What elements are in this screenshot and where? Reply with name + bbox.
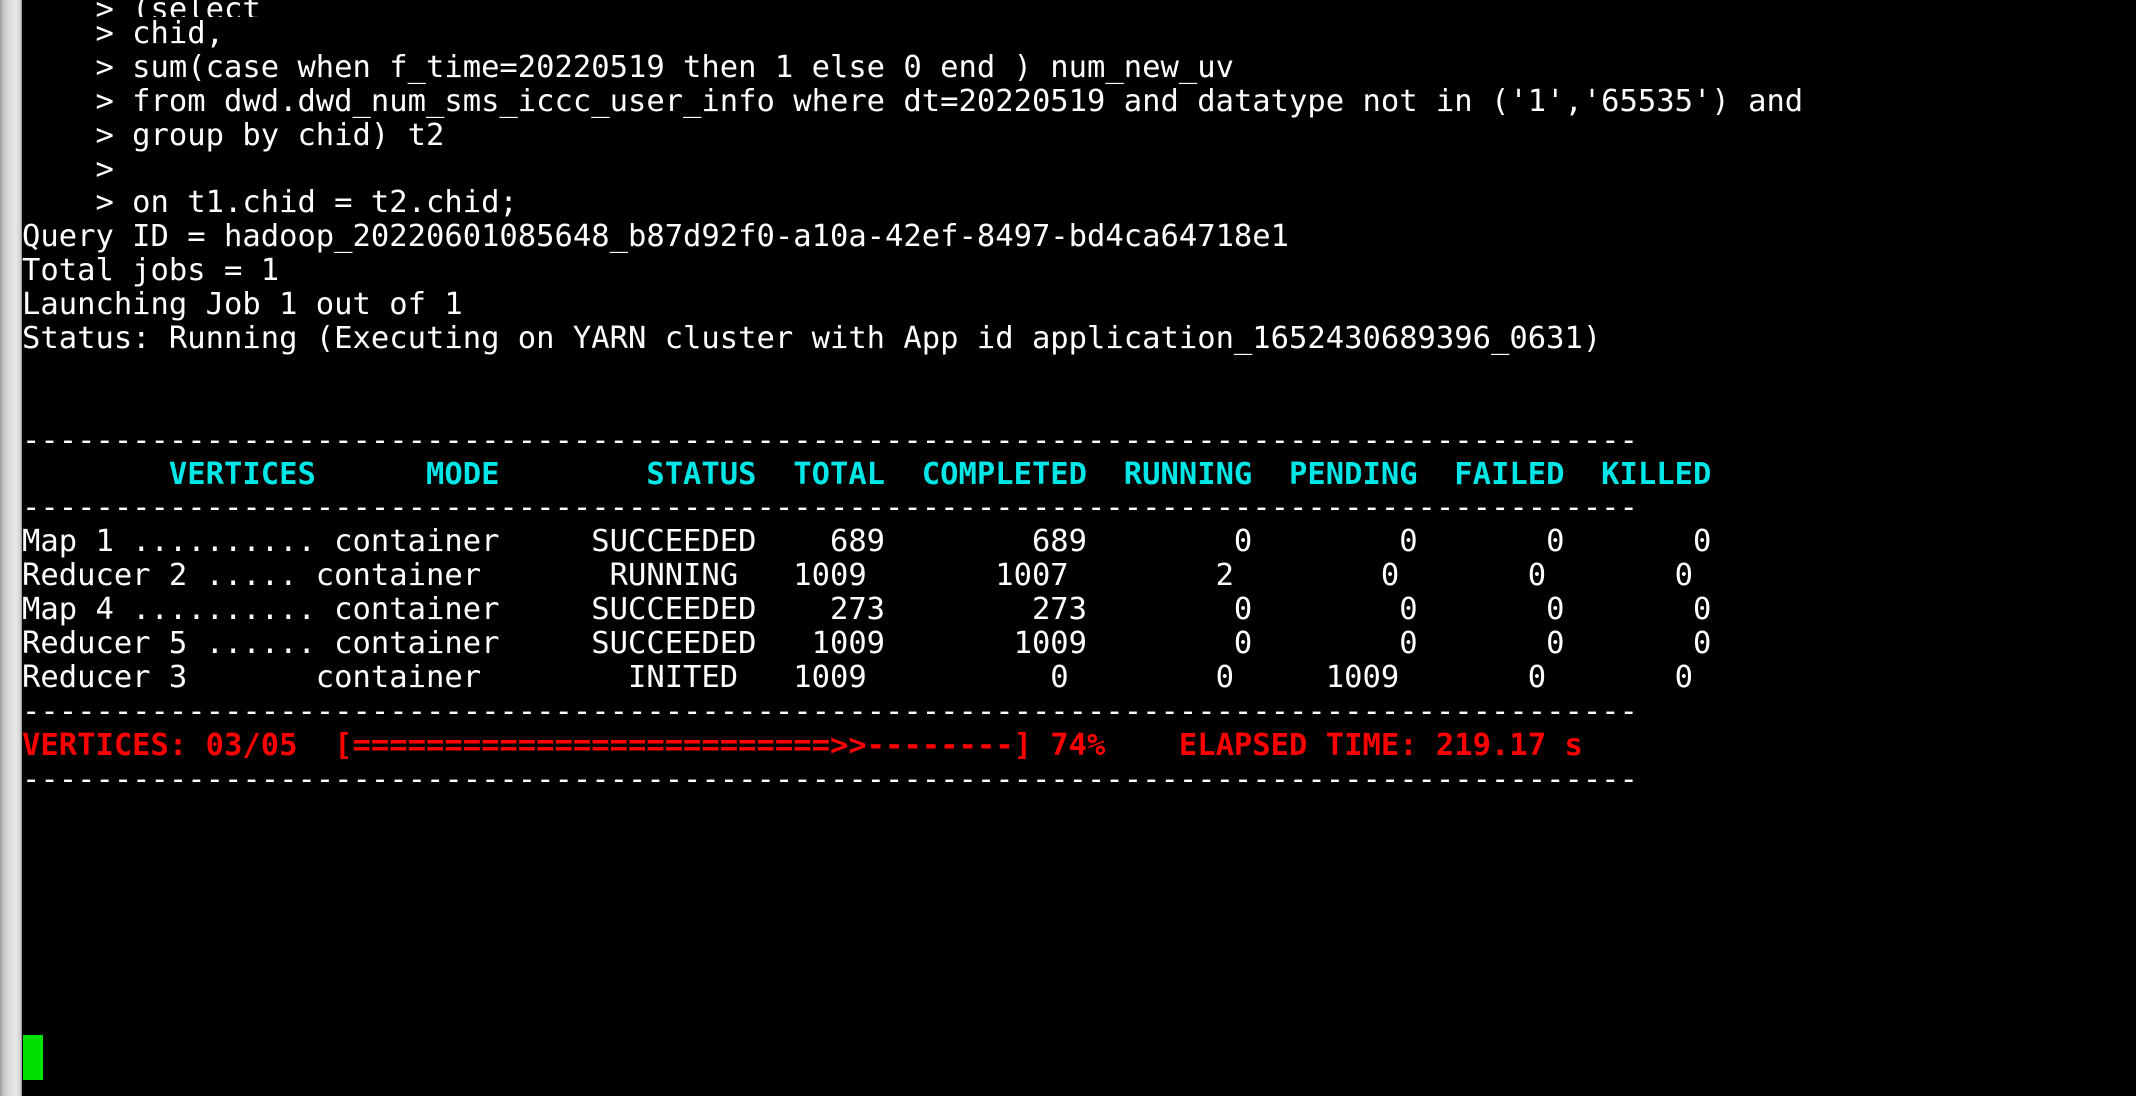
terminal-window: > (select > chid, > sum(case when f_time… <box>0 0 2136 1096</box>
table-row: Reducer 3 container INITED 1009 0 0 1009… <box>22 659 1693 695</box>
sql-line: > group by chid) t2 <box>22 117 445 153</box>
sql-line: > <box>22 151 114 187</box>
terminal-cursor <box>23 1035 43 1080</box>
table-row: Map 1 .......... container SUCCEEDED 689… <box>22 524 1712 560</box>
table-separator-bottom: ----------------------------------------… <box>22 693 1638 729</box>
sql-line: > (select <box>22 0 2136 17</box>
table-row: Map 4 .......... container SUCCEEDED 273… <box>22 592 1712 628</box>
status-line: Status: Running (Executing on YARN clust… <box>22 321 1602 357</box>
sql-line: > from dwd.dwd_num_sms_iccc_user_info wh… <box>22 83 1804 119</box>
table-separator-middle: ----------------------------------------… <box>22 490 1638 526</box>
table-header-row: VERTICES MODE STATUS TOTAL COMPLETED RUN… <box>22 456 1712 492</box>
total-jobs-line: Total jobs = 1 <box>22 253 280 289</box>
sql-line: > sum(case when f_time=20220519 then 1 e… <box>22 49 1234 85</box>
launching-job-line: Launching Job 1 out of 1 <box>22 287 463 323</box>
progress-bar-line: VERTICES: 03/05 [=======================… <box>22 727 1583 763</box>
table-separator-final: ----------------------------------------… <box>22 761 1638 797</box>
sql-line: > chid, <box>22 16 224 51</box>
table-row: Reducer 5 ...... container SUCCEEDED 100… <box>22 626 1712 662</box>
scrollbar-thumb[interactable] <box>2 0 20 1096</box>
terminal-screen[interactable]: > (select > chid, > sum(case when f_time… <box>22 0 2136 1096</box>
sql-line: > on t1.chid = t2.chid; <box>22 185 518 221</box>
query-id-line: Query ID = hadoop_20220601085648_b87d92f… <box>22 219 1290 255</box>
table-row: Reducer 2 ..... container RUNNING 1009 1… <box>22 558 1693 594</box>
table-separator-top: ----------------------------------------… <box>22 422 1638 458</box>
terminal-scrollbar[interactable] <box>0 0 22 1096</box>
